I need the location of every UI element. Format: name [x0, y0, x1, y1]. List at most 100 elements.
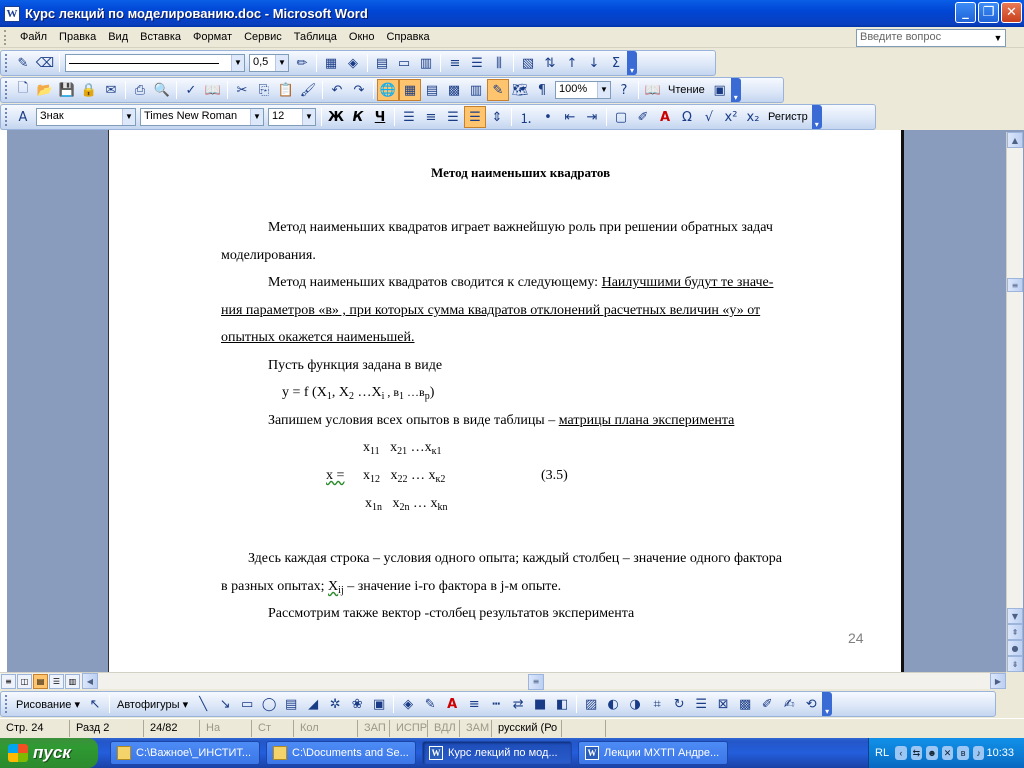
scroll-left-icon[interactable]: ◀ — [82, 673, 98, 689]
draw-table-icon[interactable]: ✎ — [12, 52, 34, 74]
text-wrapping-icon[interactable]: ▩ — [734, 693, 756, 715]
symbol-icon[interactable]: Ω — [676, 106, 698, 128]
taskbar-item-word-active[interactable]: W Курс лекций по мод... — [422, 741, 572, 765]
copy-icon[interactable]: ⎘ — [253, 79, 275, 101]
security-icon[interactable]: ✕ — [941, 746, 954, 760]
normal-view-icon[interactable]: ≡ — [1, 673, 16, 689]
bluetooth-icon[interactable]: ʙ — [957, 746, 969, 760]
hscroll-thumb[interactable]: ≡ — [528, 673, 544, 690]
styles-icon[interactable]: A — [12, 106, 34, 128]
research-icon[interactable]: 📖 — [202, 79, 224, 101]
autoformat-table-icon[interactable]: ▧ — [517, 52, 539, 74]
font-color-icon[interactable]: A — [654, 106, 676, 128]
chevron-down-icon[interactable]: ▼ — [122, 109, 135, 125]
scroll-right-icon[interactable]: ▶ — [990, 673, 1006, 689]
status-overtype[interactable]: ЗАМ — [460, 720, 492, 737]
chevron-down-icon[interactable]: ▼ — [275, 55, 288, 71]
chevron-down-icon[interactable]: ▼ — [302, 109, 315, 125]
menu-window[interactable]: Окно — [343, 29, 381, 45]
undo-icon[interactable]: ↶ — [326, 79, 348, 101]
align-right-icon[interactable]: ☰ — [442, 106, 464, 128]
sort-descending-icon[interactable]: ↓ — [583, 52, 605, 74]
brightness-icon[interactable]: ◑ — [624, 693, 646, 715]
status-language[interactable]: русский (Ро — [492, 720, 562, 737]
font-select[interactable]: Times New Roman ▼ — [140, 108, 264, 126]
outside-border-icon[interactable]: ▢ — [610, 106, 632, 128]
textbox-icon[interactable]: ▤ — [280, 693, 302, 715]
3d-icon[interactable]: ◧ — [551, 693, 573, 715]
save-icon[interactable]: 💾 — [56, 79, 78, 101]
title-bar[interactable]: W Курс лекций по моделированию.doc - Mic… — [0, 0, 1024, 27]
reading-layout-icon[interactable]: 📖 — [642, 79, 664, 101]
shading-color-icon[interactable]: ◈ — [342, 52, 364, 74]
contrast-icon[interactable]: ◐ — [602, 693, 624, 715]
language-indicator[interactable]: RL — [869, 747, 893, 759]
distribute-columns-icon[interactable]: ⫼ — [488, 52, 510, 74]
paste-icon[interactable]: 📋 — [275, 79, 297, 101]
close-button[interactable]: ✕ — [1001, 2, 1022, 23]
word-app-icon[interactable]: W — [4, 5, 20, 22]
menu-table[interactable]: Таблица — [288, 29, 343, 45]
web-view-icon[interactable]: ◫ — [17, 673, 32, 689]
borders-icon[interactable]: ▦ — [320, 52, 342, 74]
minimize-button[interactable]: _ — [955, 2, 976, 23]
rectangle-icon[interactable]: ▭ — [236, 693, 258, 715]
line-spacing-icon[interactable]: ⇕ — [486, 106, 508, 128]
transparent-color-icon[interactable]: ✍ — [778, 693, 800, 715]
text-direction-icon[interactable]: ⇅ — [539, 52, 561, 74]
picture-icon[interactable]: ▣ — [368, 693, 390, 715]
oval-icon[interactable]: ◯ — [258, 693, 280, 715]
compress-icon[interactable]: ⊠ — [712, 693, 734, 715]
print-preview-icon[interactable]: 🔍 — [151, 79, 173, 101]
network-icon[interactable]: ⇆ — [910, 746, 923, 760]
vertical-scrollbar[interactable]: ▲ ≡ ▼ ⇞ ● ⇟ — [1006, 132, 1023, 672]
draw-menu-button[interactable]: Рисование ▾ — [12, 698, 84, 711]
help-search-input[interactable]: Введите вопрос ▼ — [856, 29, 1006, 47]
bold-button[interactable]: Ж — [325, 106, 347, 128]
status-track-changes[interactable]: ИСПР — [390, 720, 428, 737]
help-dropdown-icon[interactable]: ▼ — [991, 30, 1005, 46]
autosum-icon[interactable]: Σ — [605, 52, 627, 74]
subscript-icon[interactable]: x₂ — [742, 106, 764, 128]
insert-excel-icon[interactable]: ▩ — [443, 79, 465, 101]
scroll-down-icon[interactable]: ▼ — [1007, 608, 1023, 624]
change-case-button[interactable]: Регистр — [764, 111, 812, 123]
align-cell-icon[interactable]: ≡ — [444, 52, 466, 74]
dash-style-icon[interactable]: ┅ — [485, 693, 507, 715]
toolbar-grip[interactable] — [5, 54, 8, 72]
scroll-thumb[interactable]: ≡ — [1007, 278, 1023, 292]
sort-ascending-icon[interactable]: ↑ — [561, 52, 583, 74]
menu-grip[interactable] — [4, 29, 8, 45]
align-left-icon[interactable]: ☰ — [398, 106, 420, 128]
spelling-icon[interactable]: ✓ — [180, 79, 202, 101]
start-button[interactable]: пуск — [0, 738, 98, 768]
line-weight-icon[interactable]: ☰ — [690, 693, 712, 715]
line-style-icon[interactable]: ≡ — [463, 693, 485, 715]
chevron-down-icon[interactable]: ▼ — [597, 82, 610, 98]
toolbar-options-icon[interactable]: ▾ — [730, 78, 741, 102]
numbering-icon[interactable]: ⒈ — [515, 106, 537, 128]
menu-format[interactable]: Формат — [187, 29, 238, 45]
increase-indent-icon[interactable]: ⇥ — [581, 106, 603, 128]
align-center-icon[interactable]: ≡ — [420, 106, 442, 128]
style-select[interactable]: Знак ▼ — [36, 108, 136, 126]
arrow-icon[interactable]: ↘ — [214, 693, 236, 715]
document-page[interactable]: Метод наименьших квадратов Метод наимень… — [108, 130, 904, 672]
volume-icon[interactable]: ♪ — [972, 746, 985, 760]
autoshapes-button[interactable]: Автофигуры ▾ — [113, 698, 192, 711]
menu-view[interactable]: Вид — [102, 29, 134, 45]
new-document-icon[interactable]: 🗋 — [12, 79, 34, 101]
arrow-style-icon[interactable]: ⇄ — [507, 693, 529, 715]
merge-cells-icon[interactable]: ▭ — [393, 52, 415, 74]
chevron-down-icon[interactable]: ▼ — [250, 109, 263, 125]
fill-color-icon[interactable]: ◈ — [397, 693, 419, 715]
distribute-rows-icon[interactable]: ☰ — [466, 52, 488, 74]
split-cells-icon[interactable]: ▥ — [415, 52, 437, 74]
line-weight-select[interactable]: 0,5 ▼ — [249, 54, 289, 72]
print-layout-icon[interactable]: ▤ — [33, 673, 48, 689]
thesaurus-icon[interactable]: ▣ — [709, 79, 731, 101]
document-map-icon[interactable]: 🗺 — [509, 79, 531, 101]
diagram-icon[interactable]: ✲ — [324, 693, 346, 715]
horizontal-scrollbar[interactable]: ≡ ◫ ▤ ☰ ▥ ◀ ≡ ▶ — [0, 672, 1006, 690]
zoom-select[interactable]: 100% ▼ — [555, 81, 611, 99]
